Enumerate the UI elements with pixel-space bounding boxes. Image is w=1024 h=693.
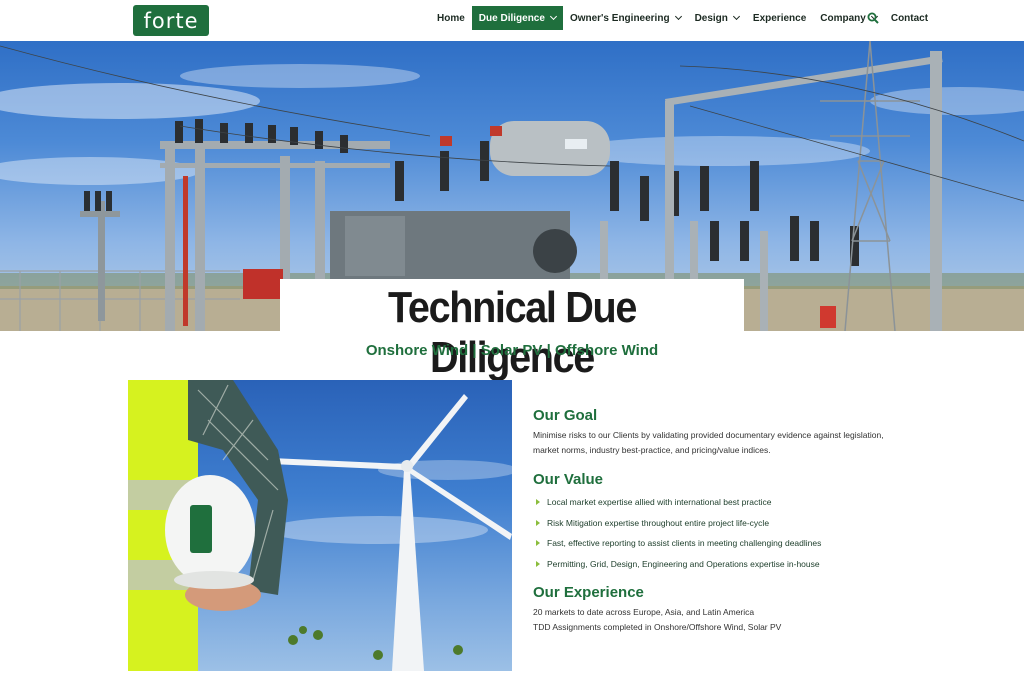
list-item: Permitting, Grid, Design, Engineering an…	[536, 554, 821, 575]
list-item-text: Risk Mitigation expertise throughout ent…	[547, 517, 770, 528]
nav-item-home[interactable]: Home	[430, 6, 472, 30]
page-subtitle: Onshore Wind | Solar PV | Offshore Wind	[365, 342, 659, 359]
goal-text: Minimise risks to our Clients by validat…	[533, 430, 884, 455]
worker-turbine-illustration	[128, 380, 512, 671]
search-icon[interactable]	[867, 12, 879, 24]
experience-text: 20 markets to date across Europe, Asia, …	[533, 605, 893, 635]
chevron-down-icon	[732, 12, 740, 21]
goal-heading: Our Goal	[533, 407, 598, 424]
triangle-bullet-icon	[536, 499, 540, 506]
list-item-text: Permitting, Grid, Design, Engineering an…	[547, 558, 820, 569]
main-nav: Home Due Diligence Owner's Engineering D…	[430, 6, 935, 30]
nav-label: Company	[820, 12, 866, 24]
nav-label: Experience	[752, 12, 807, 24]
nav-item-experience[interactable]: Experience	[746, 6, 813, 30]
triangle-bullet-icon	[536, 560, 540, 567]
experience-line: 20 markets to date across Europe, Asia, …	[533, 607, 755, 617]
list-item: Risk Mitigation expertise throughout ent…	[536, 513, 821, 534]
experience-line: TDD Assignments completed in Onshore/Off…	[533, 622, 782, 632]
forte-logo[interactable]: forte	[133, 5, 209, 36]
list-item: Local market expertise allied with inter…	[536, 492, 821, 513]
chevron-down-icon	[549, 12, 557, 21]
nav-label: Owner's Engineering	[569, 12, 670, 24]
nav-label: Due Diligence	[478, 12, 545, 24]
experience-heading: Our Experience	[533, 584, 644, 601]
list-item-text: Fast, effective reporting to assist clie…	[547, 538, 822, 549]
list-item: Fast, effective reporting to assist clie…	[536, 533, 821, 554]
nav-label: Design	[694, 12, 728, 24]
logo-text: forte	[143, 8, 199, 33]
list-item-text: Local market expertise allied with inter…	[547, 497, 772, 508]
chevron-down-icon	[674, 12, 682, 21]
triangle-bullet-icon	[536, 540, 540, 547]
nav-label: Home	[437, 12, 465, 24]
page-title: Technical Due Diligence	[387, 283, 637, 382]
nav-item-due-diligence[interactable]: Due Diligence	[471, 6, 563, 30]
value-heading: Our Value	[533, 471, 604, 488]
nav-item-contact[interactable]: Contact	[884, 6, 935, 30]
worker-turbine-photo	[128, 380, 512, 671]
nav-label: Contact	[890, 12, 929, 24]
nav-item-owners-engineering[interactable]: Owner's Engineering	[563, 6, 688, 30]
site-header: forte Home Due Diligence Owner's Enginee…	[0, 0, 1024, 41]
nav-item-design[interactable]: Design	[688, 6, 746, 30]
value-list: Local market expertise allied with inter…	[536, 492, 821, 574]
triangle-bullet-icon	[536, 519, 540, 526]
